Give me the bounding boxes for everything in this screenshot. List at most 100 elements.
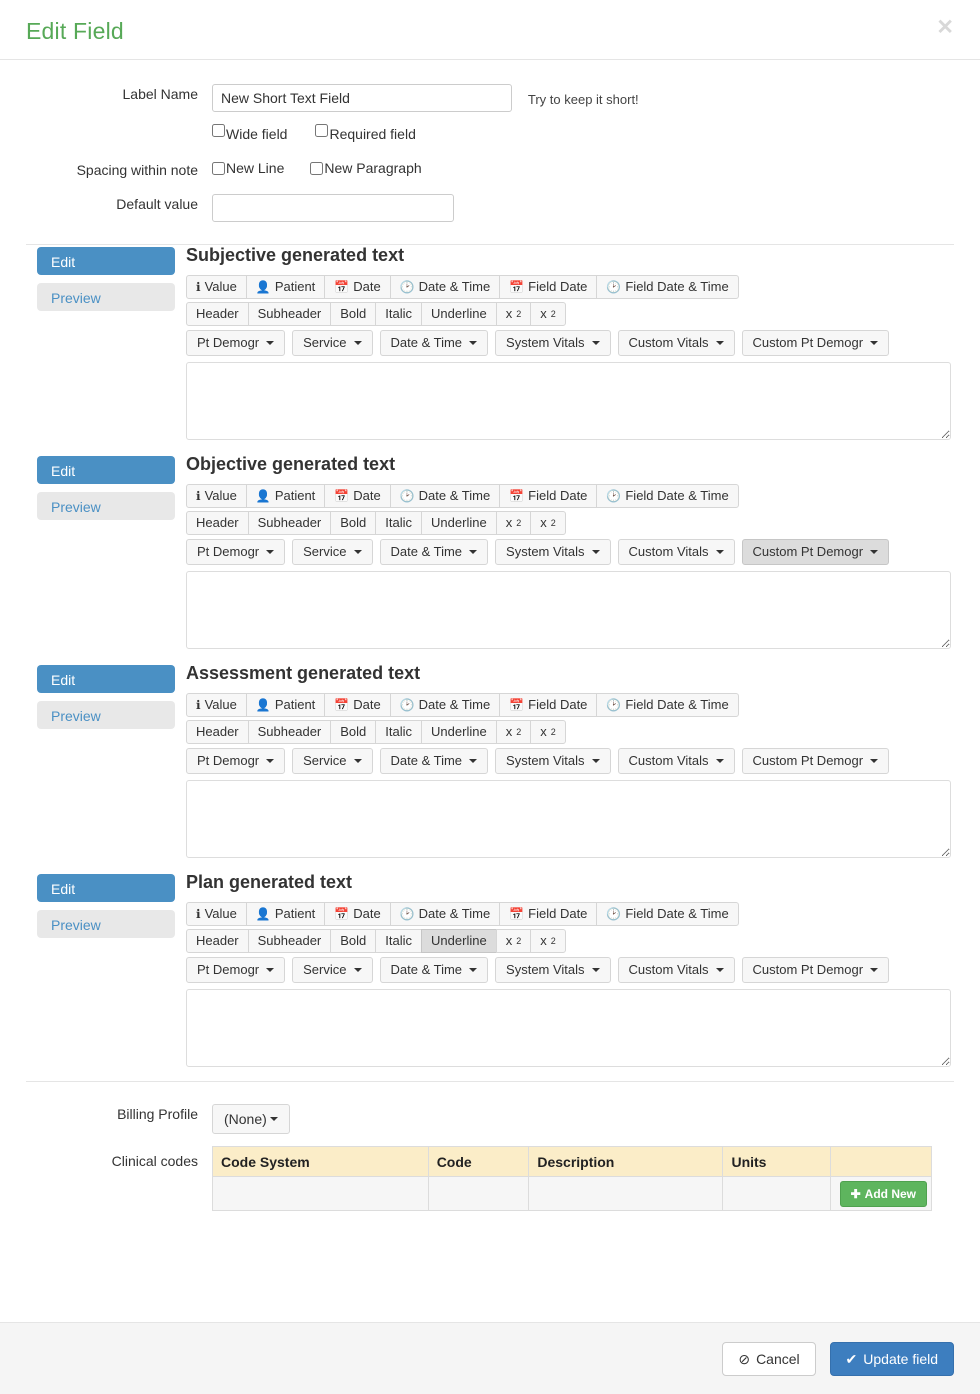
toolbar-dropdown-date-and-time-objective[interactable]: Date & Time: [379, 539, 489, 565]
tab-edit-objective[interactable]: Edit: [37, 456, 175, 484]
toolbar-button-subscript-plan[interactable]: x2: [495, 929, 532, 953]
toolbar-button-subscript-subjective[interactable]: x2: [495, 302, 532, 326]
toolbar-button-field-date-and-time-subjective[interactable]: 🕑 Field Date & Time: [596, 275, 739, 299]
toolbar-button-subscript-objective[interactable]: x2: [495, 511, 532, 535]
toolbar-button-field-date-and-time-objective[interactable]: 🕑 Field Date & Time: [596, 484, 739, 508]
toolbar-dropdown-custom-pt-demogr-subjective[interactable]: Custom Pt Demogr: [741, 330, 890, 356]
toolbar-button-header-plan[interactable]: Header: [186, 929, 249, 953]
toolbar-button-underline-objective[interactable]: Underline: [421, 511, 497, 535]
toolbar-dropdown-system-vitals-plan[interactable]: System Vitals: [495, 957, 611, 983]
toolbar-button-header-subjective[interactable]: Header: [186, 302, 249, 326]
required-field-checkbox-wrap[interactable]: Required field: [315, 123, 416, 142]
toolbar-button-italic-plan[interactable]: Italic: [375, 929, 423, 953]
toolbar-button-underline-assessment[interactable]: Underline: [421, 720, 497, 744]
toolbar-button-date-and-time-subjective[interactable]: 🕑 Date & Time: [389, 275, 501, 299]
toolbar-dropdown-system-vitals-subjective[interactable]: System Vitals: [495, 330, 611, 356]
toolbar-dropdown-system-vitals-objective[interactable]: System Vitals: [495, 539, 611, 565]
toolbar-button-bold-subjective[interactable]: Bold: [330, 302, 377, 326]
toolbar-dropdown-custom-pt-demogr-assessment[interactable]: Custom Pt Demogr: [741, 748, 890, 774]
toolbar-button-bold-plan[interactable]: Bold: [330, 929, 377, 953]
toolbar-button-superscript-subjective[interactable]: x2: [530, 302, 566, 326]
toolbar-button-patient-objective[interactable]: 👤 Patient: [245, 484, 326, 508]
toolbar-button-date-and-time-plan[interactable]: 🕑 Date & Time: [389, 902, 501, 926]
toolbar-dropdown-system-vitals-assessment[interactable]: System Vitals: [495, 748, 611, 774]
toolbar-button-patient-plan[interactable]: 👤 Patient: [245, 902, 326, 926]
toolbar-dropdown-date-and-time-plan[interactable]: Date & Time: [379, 957, 489, 983]
toolbar-button-subheader-plan[interactable]: Subheader: [247, 929, 332, 953]
toolbar-dropdown-date-and-time-subjective[interactable]: Date & Time: [379, 330, 489, 356]
toolbar-dropdown-pt-demogr-plan[interactable]: Pt Demogr: [186, 957, 286, 983]
update-field-button[interactable]: ✔ Update field: [829, 1342, 954, 1376]
toolbar-button-bold-assessment[interactable]: Bold: [330, 720, 377, 744]
tab-edit-subjective[interactable]: Edit: [37, 247, 175, 275]
toolbar-dropdown-custom-vitals-objective[interactable]: Custom Vitals: [617, 539, 735, 565]
toolbar-button-superscript-plan[interactable]: x2: [530, 929, 566, 953]
toolbar-dropdown-custom-vitals-plan[interactable]: Custom Vitals: [617, 957, 735, 983]
generated-text-textarea-assessment[interactable]: [186, 780, 951, 858]
wide-field-checkbox[interactable]: [212, 123, 225, 137]
toolbar-button-field-date-subjective[interactable]: 📅 Field Date: [499, 275, 598, 299]
toolbar-button-header-objective[interactable]: Header: [186, 511, 249, 535]
toolbar-button-subscript-assessment[interactable]: x2: [495, 720, 532, 744]
toolbar-button-superscript-assessment[interactable]: x2: [530, 720, 566, 744]
new-line-checkbox-wrap[interactable]: New Line: [212, 160, 284, 176]
tab-preview-plan[interactable]: Preview: [37, 910, 175, 938]
tab-edit-assessment[interactable]: Edit: [37, 665, 175, 693]
default-value-input[interactable]: [212, 194, 454, 222]
add-new-button[interactable]: ✚ Add New: [839, 1180, 927, 1207]
toolbar-button-field-date-and-time-assessment[interactable]: 🕑 Field Date & Time: [596, 693, 739, 717]
toolbar-button-header-assessment[interactable]: Header: [186, 720, 249, 744]
toolbar-button-date-objective[interactable]: 📅 Date: [324, 484, 391, 508]
close-icon[interactable]: ✕: [936, 17, 954, 38]
toolbar-dropdown-date-and-time-assessment[interactable]: Date & Time: [379, 748, 489, 774]
toolbar-button-patient-subjective[interactable]: 👤 Patient: [245, 275, 326, 299]
toolbar-button-subheader-objective[interactable]: Subheader: [247, 511, 332, 535]
new-paragraph-checkbox[interactable]: [310, 161, 324, 175]
toolbar-button-value-subjective[interactable]: ℹ Value: [186, 275, 247, 299]
toolbar-button-date-plan[interactable]: 📅 Date: [324, 902, 391, 926]
toolbar-dropdown-custom-pt-demogr-objective[interactable]: Custom Pt Demogr: [741, 539, 890, 565]
toolbar-button-underline-plan[interactable]: Underline: [421, 929, 497, 953]
toolbar-button-date-and-time-assessment[interactable]: 🕑 Date & Time: [389, 693, 501, 717]
toolbar-button-field-date-assessment[interactable]: 📅 Field Date: [499, 693, 598, 717]
label-name-input[interactable]: [212, 84, 512, 112]
toolbar-button-value-objective[interactable]: ℹ Value: [186, 484, 247, 508]
tab-edit-plan[interactable]: Edit: [37, 874, 175, 902]
toolbar-dropdown-service-plan[interactable]: Service: [292, 957, 373, 983]
new-paragraph-checkbox-wrap[interactable]: New Paragraph: [310, 160, 422, 176]
toolbar-dropdown-service-assessment[interactable]: Service: [292, 748, 373, 774]
toolbar-button-italic-objective[interactable]: Italic: [375, 511, 423, 535]
cancel-button[interactable]: ⊘ Cancel: [722, 1342, 816, 1376]
tab-preview-assessment[interactable]: Preview: [37, 701, 175, 729]
toolbar-button-italic-subjective[interactable]: Italic: [375, 302, 423, 326]
tab-preview-objective[interactable]: Preview: [37, 492, 175, 520]
toolbar-button-bold-objective[interactable]: Bold: [330, 511, 377, 535]
required-field-checkbox[interactable]: [315, 123, 329, 137]
toolbar-dropdown-service-subjective[interactable]: Service: [292, 330, 373, 356]
toolbar-button-subheader-subjective[interactable]: Subheader: [247, 302, 332, 326]
toolbar-dropdown-custom-vitals-assessment[interactable]: Custom Vitals: [617, 748, 735, 774]
billing-profile-dropdown[interactable]: (None): [212, 1104, 290, 1134]
tab-preview-subjective[interactable]: Preview: [37, 283, 175, 311]
toolbar-dropdown-pt-demogr-objective[interactable]: Pt Demogr: [186, 539, 286, 565]
toolbar-dropdown-pt-demogr-assessment[interactable]: Pt Demogr: [186, 748, 286, 774]
toolbar-button-subheader-assessment[interactable]: Subheader: [247, 720, 332, 744]
generated-text-textarea-plan[interactable]: [186, 989, 951, 1067]
toolbar-button-value-plan[interactable]: ℹ Value: [186, 902, 247, 926]
toolbar-button-field-date-and-time-plan[interactable]: 🕑 Field Date & Time: [596, 902, 739, 926]
new-line-checkbox[interactable]: [212, 161, 225, 175]
toolbar-dropdown-custom-pt-demogr-plan[interactable]: Custom Pt Demogr: [741, 957, 890, 983]
toolbar-button-value-assessment[interactable]: ℹ Value: [186, 693, 247, 717]
wide-field-checkbox-wrap[interactable]: Wide field: [212, 123, 287, 142]
toolbar-button-field-date-plan[interactable]: 📅 Field Date: [499, 902, 598, 926]
toolbar-button-superscript-objective[interactable]: x2: [530, 511, 566, 535]
toolbar-button-date-and-time-objective[interactable]: 🕑 Date & Time: [389, 484, 501, 508]
toolbar-button-field-date-objective[interactable]: 📅 Field Date: [499, 484, 598, 508]
generated-text-textarea-objective[interactable]: [186, 571, 951, 649]
generated-text-textarea-subjective[interactable]: [186, 362, 951, 440]
toolbar-dropdown-service-objective[interactable]: Service: [292, 539, 373, 565]
toolbar-button-italic-assessment[interactable]: Italic: [375, 720, 423, 744]
toolbar-dropdown-custom-vitals-subjective[interactable]: Custom Vitals: [617, 330, 735, 356]
toolbar-button-underline-subjective[interactable]: Underline: [421, 302, 497, 326]
toolbar-button-date-subjective[interactable]: 📅 Date: [324, 275, 391, 299]
